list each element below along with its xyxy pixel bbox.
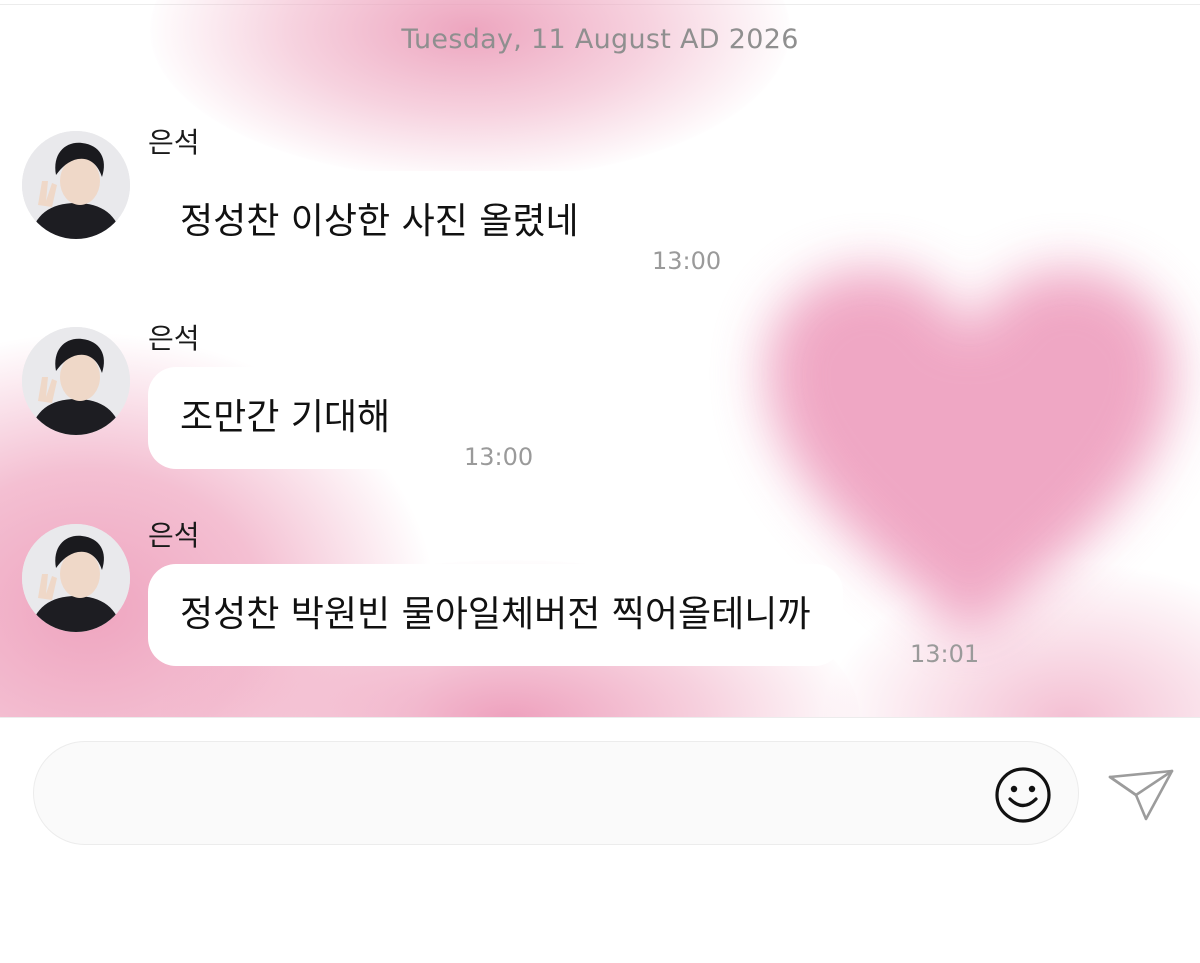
- avatar[interactable]: [22, 131, 130, 239]
- avatar-photo: [22, 327, 130, 435]
- emoji-button[interactable]: [994, 766, 1052, 824]
- avatar-photo: [22, 131, 130, 239]
- chat-area[interactable]: Tuesday, 11 August AD 2026 은석 정성찬 이상한 사진…: [0, 0, 1200, 717]
- message-composer[interactable]: [33, 741, 1079, 846]
- composer-divider: [0, 717, 1200, 718]
- avatar[interactable]: [22, 524, 130, 632]
- send-button[interactable]: [1106, 765, 1176, 825]
- message-bubble[interactable]: 정성찬 이상한 사진 올렸네: [148, 171, 611, 273]
- smiley-face-icon: [995, 767, 1051, 823]
- paper-plane-icon: [1108, 769, 1174, 821]
- avatar-photo: [22, 524, 130, 632]
- sender-name: 은석: [148, 519, 200, 552]
- message-time: 13:00: [652, 247, 722, 275]
- date-separator: Tuesday, 11 August AD 2026: [401, 24, 799, 55]
- message-input[interactable]: [74, 742, 978, 846]
- message-bubble[interactable]: 조만간 기대해: [148, 367, 423, 469]
- message-time: 13:00: [464, 443, 534, 471]
- sender-name: 은석: [148, 126, 200, 159]
- avatar[interactable]: [22, 327, 130, 435]
- message-bubble[interactable]: 정성찬 박원빈 물아일체버전 찍어올테니까: [148, 564, 843, 666]
- message-time: 13:01: [910, 640, 980, 668]
- sender-name: 은석: [148, 322, 200, 355]
